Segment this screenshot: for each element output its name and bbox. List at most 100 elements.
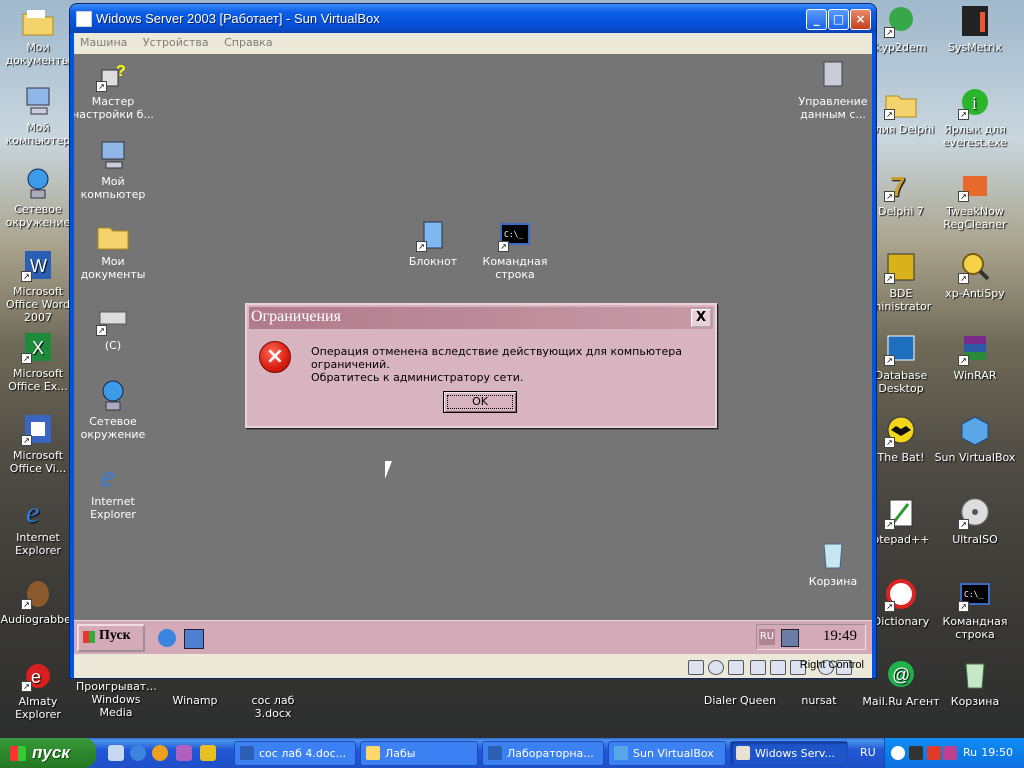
menu-devices[interactable]: Устройства xyxy=(137,33,215,52)
icon-label: Проигрыват... Windows Media xyxy=(76,680,157,719)
icon-label: Корзина xyxy=(950,695,1000,708)
menu-machine[interactable]: Машина xyxy=(74,33,133,52)
host-icon-dialer-queen[interactable]: Dialer Queen xyxy=(699,694,781,707)
svg-text:@: @ xyxy=(892,665,910,685)
tray-arrow-icon[interactable] xyxy=(891,746,905,760)
usb-status-icon[interactable] xyxy=(750,660,766,675)
tray-app3-icon[interactable] xyxy=(943,746,957,760)
disc-icon: ↗ xyxy=(958,496,992,530)
cd-status-icon[interactable] xyxy=(708,660,724,675)
audiograbber-icon: ↗ xyxy=(21,576,55,610)
maximize-button[interactable]: □ xyxy=(828,9,849,30)
taskbar-btn-windows-server[interactable]: Widows Serv... xyxy=(730,741,848,766)
shared-folders-status-icon[interactable] xyxy=(770,660,786,675)
svg-text:e: e xyxy=(26,496,39,528)
network-tray-icon[interactable] xyxy=(781,629,799,647)
host-icon-ie[interactable]: e Internet Explorer xyxy=(0,494,79,557)
tray-app1-icon[interactable] xyxy=(909,746,923,760)
guest-start-button[interactable]: Пуск xyxy=(77,624,145,652)
taskbar-btn-virtualbox[interactable]: Sun VirtualBox xyxy=(608,741,726,766)
host-icon-my-documents[interactable]: Мои документы xyxy=(0,4,79,67)
ok-button[interactable]: OK xyxy=(443,391,517,413)
taskbar-btn-lab-doc[interactable]: Лабораторна... xyxy=(482,741,604,766)
ql-media-icon[interactable] xyxy=(152,745,168,761)
show-desktop-quicklaunch-icon[interactable] xyxy=(184,629,204,649)
host-icon-word[interactable]: W ↗ Microsoft Office Word 2007 xyxy=(0,248,79,324)
guest-icon-my-computer[interactable]: Мой компьютер xyxy=(74,138,154,201)
host-icon-doc[interactable]: сос лаб 3.docx xyxy=(232,694,314,720)
host-icon-virtualbox[interactable]: Sun VirtualBox xyxy=(934,414,1016,464)
host-clock[interactable]: 19:50 xyxy=(981,746,1013,759)
window-titlebar[interactable]: Widows Server 2003 [Работает] - Sun Virt… xyxy=(70,4,876,33)
word-doc-icon xyxy=(488,746,502,760)
tray-app2-icon[interactable] xyxy=(927,746,941,760)
menu-help[interactable]: Справка xyxy=(218,33,278,52)
ql-app4-icon[interactable] xyxy=(176,745,192,761)
icon-label: Мои документы xyxy=(5,41,71,67)
taskbar-btn-label: Widows Serv... xyxy=(755,747,836,760)
close-button[interactable]: × xyxy=(850,9,871,30)
host-icon-winamp[interactable]: Winamp xyxy=(154,694,236,707)
host-icon-visio[interactable]: ↗ Microsoft Office Vi... xyxy=(0,412,79,475)
icon-label: UltraISO xyxy=(952,533,998,546)
host-icon-sysmetrix[interactable]: SysMetrix xyxy=(934,4,1016,54)
ql-app5-icon[interactable] xyxy=(200,745,216,761)
internet-explorer-icon: e xyxy=(96,458,130,493)
minimize-button[interactable]: _ xyxy=(806,9,827,30)
host-icon-xp-antispy[interactable]: ↗ xp-AntiSpy xyxy=(934,250,1016,300)
guest-icon-notepad[interactable]: ↗ Блокнот xyxy=(392,218,474,268)
icon-label: Корзина xyxy=(808,575,858,588)
host-icon-excel[interactable]: X ↗ Microsoft Office Ex... xyxy=(0,330,79,393)
taskbar-btn-doc[interactable]: сос лаб 4.doc... xyxy=(234,741,356,766)
guest-icon-my-documents[interactable]: Мои документы xyxy=(74,218,154,281)
host-icon-wmp[interactable]: Проигрыват... Windows Media xyxy=(76,680,157,719)
guest-icon-network[interactable]: Сетевое окружение xyxy=(74,378,154,441)
host-icon-tweaknow[interactable]: ↗ TweakNow RegCleaner xyxy=(934,168,1016,231)
guest-screen[interactable]: ? ↗ Мастер настройки б... Мой компьютер М… xyxy=(74,54,872,654)
host-icon-my-computer[interactable]: Мой компьютер xyxy=(0,84,79,147)
guest-icon-drive-c[interactable]: ↗ (C) xyxy=(74,302,154,352)
host-icon-nursat[interactable]: nursat xyxy=(778,694,860,707)
icon-label: Microsoft Office Ex... xyxy=(8,367,68,393)
ql-app1-icon[interactable] xyxy=(108,745,124,761)
guest-icon-data-management[interactable]: Управление данным с... xyxy=(792,58,872,121)
excel-icon: X ↗ xyxy=(21,330,55,364)
icon-label: Командная строка xyxy=(482,255,548,281)
notepad-icon: ↗ xyxy=(416,218,450,252)
guest-clock[interactable]: 19:49 xyxy=(823,628,857,645)
icon-label: ллия Delphi xyxy=(867,123,935,136)
host-icon-everest[interactable]: i ↗ Ярлык для everest.exe xyxy=(934,86,1016,149)
word-doc-icon xyxy=(240,746,254,760)
host-icon-almaty[interactable]: e ↗ Almaty Explorer xyxy=(0,658,79,721)
guest-icon-cmd[interactable]: C:\_ ↗ Командная строка xyxy=(474,218,556,281)
hdd-status-icon[interactable] xyxy=(688,660,704,675)
guest-icon-wizard[interactable]: ? ↗ Мастер настройки б... xyxy=(74,58,154,121)
icon-label: kyp2dem xyxy=(875,41,927,54)
language-indicator[interactable]: RU xyxy=(759,629,775,645)
ql-ie-icon[interactable] xyxy=(130,745,146,761)
floppy-status-icon[interactable] xyxy=(728,660,744,675)
language-bar[interactable]: RU xyxy=(860,746,876,759)
regcleaner-icon: ↗ xyxy=(958,168,992,202)
host-icon-winrar[interactable]: ↗ WinRAR xyxy=(934,332,1016,382)
taskbar-btn-labs[interactable]: Лабы xyxy=(360,741,478,766)
host-icon-audiograbber[interactable]: ↗ Audiograbber xyxy=(0,576,79,626)
host-start-button[interactable]: пуск xyxy=(0,738,96,768)
ie-quicklaunch-icon[interactable] xyxy=(158,629,176,647)
host-icon-network[interactable]: Сетевое окружение xyxy=(0,166,79,229)
icon-label: Dictionary xyxy=(872,615,930,628)
icon-label: BDE ministrator xyxy=(870,287,932,313)
dialog-close-button[interactable]: X xyxy=(691,309,711,327)
tray-language[interactable]: Ru xyxy=(963,746,977,759)
dialog-titlebar[interactable]: Ограничения X xyxy=(249,307,713,329)
icon-label: TweakNow RegCleaner xyxy=(943,205,1007,231)
guest-icon-recycle-bin[interactable]: Корзина xyxy=(792,538,872,588)
icon-label: Mail.Ru Агент xyxy=(862,695,940,708)
icon-label: Управление данным с... xyxy=(798,95,868,121)
guest-icon-ie[interactable]: e Internet Explorer xyxy=(74,458,154,521)
mouse-cursor xyxy=(385,461,392,479)
database-icon: ↗ xyxy=(884,332,918,366)
host-icon-recycle-bin[interactable]: Корзина xyxy=(934,658,1016,708)
host-icon-ultraiso[interactable]: ↗ UltraISO xyxy=(934,496,1016,546)
host-icon-cmd[interactable]: C:\_ ↗ Командная строка xyxy=(934,578,1016,641)
